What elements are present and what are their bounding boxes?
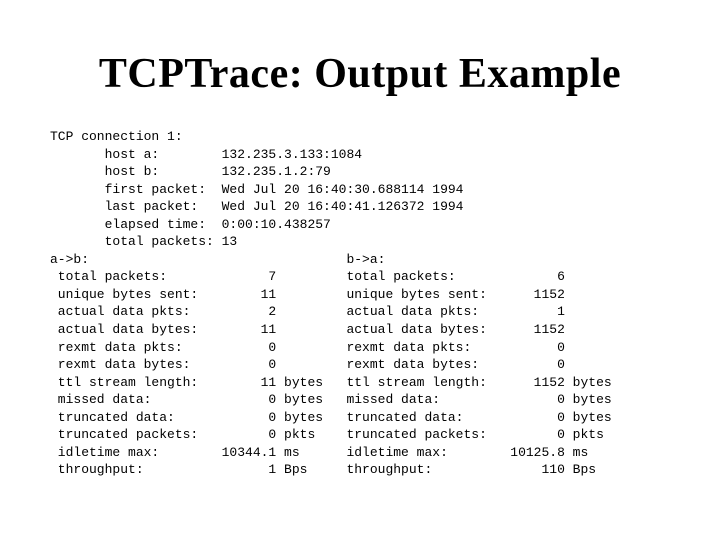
- tcp-output: TCP connection 1: host a: 132.235.3.133:…: [50, 128, 670, 479]
- slide-title: TCPTrace: Output Example: [50, 50, 670, 98]
- slide: TCPTrace: Output Example TCP connection …: [0, 0, 720, 540]
